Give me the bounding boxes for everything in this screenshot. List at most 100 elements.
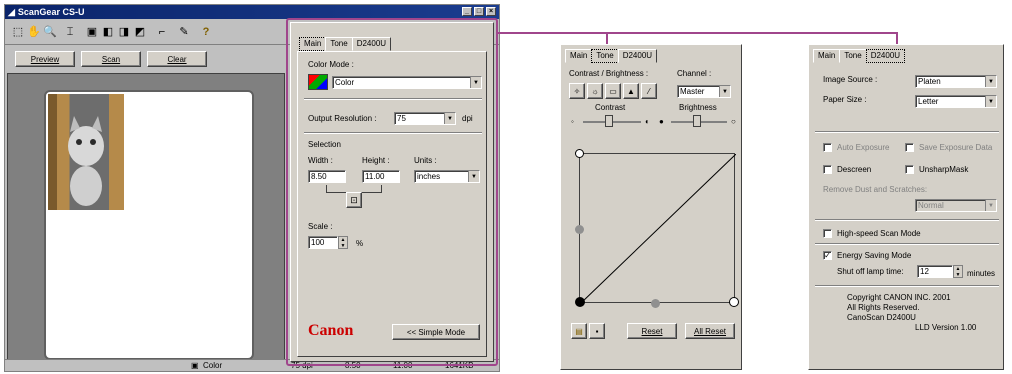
lock-aspect-button[interactable]: ⊡ bbox=[346, 192, 362, 208]
color-mode-select[interactable]: Color ▼ bbox=[332, 76, 482, 89]
unsharp-checkbox[interactable] bbox=[905, 165, 914, 174]
help-icon[interactable]: ? bbox=[199, 25, 213, 39]
fit-icon[interactable]: ⌶ bbox=[63, 25, 77, 39]
save-exposure-label: Save Exposure Data bbox=[919, 143, 993, 152]
curve-icon[interactable]: ⁄ bbox=[641, 83, 657, 99]
divider bbox=[304, 98, 482, 100]
units-select[interactable]: inches ▼ bbox=[414, 170, 480, 183]
open-folder-icon[interactable]: ▤ bbox=[571, 323, 587, 339]
chevron-down-icon: ▼ bbox=[468, 171, 479, 182]
remove-dust-select[interactable]: Normal ▼ bbox=[915, 199, 997, 212]
scale-stepper[interactable]: ▲ ▼ bbox=[338, 236, 348, 249]
scale-unit: % bbox=[356, 239, 364, 248]
tab-d2400u[interactable]: D2400U bbox=[617, 49, 658, 63]
rotate-left-icon[interactable]: ◨ bbox=[117, 25, 131, 39]
tab-main[interactable]: Main bbox=[565, 49, 593, 63]
brightness-slider-thumb[interactable] bbox=[693, 115, 701, 127]
tab-d2400u[interactable]: D2400U bbox=[865, 49, 906, 63]
image-source-select[interactable]: Platen ▼ bbox=[915, 75, 997, 88]
scan-button[interactable]: Scan bbox=[81, 51, 141, 67]
image-source-label: Image Source : bbox=[823, 75, 878, 84]
wand-icon[interactable]: ✧ bbox=[569, 83, 585, 99]
color-mode-icon bbox=[308, 74, 328, 90]
brightness-high-icon: ○ bbox=[731, 117, 736, 126]
energy-saving-checkbox[interactable]: ✓ bbox=[823, 251, 832, 260]
mirror-icon[interactable]: ◧ bbox=[101, 25, 115, 39]
paper-size-label: Paper Size : bbox=[823, 95, 867, 104]
scale-field[interactable]: 100 bbox=[308, 236, 338, 249]
tab-tone[interactable]: Tone bbox=[591, 49, 619, 63]
curve-point-mid-left[interactable] bbox=[575, 225, 584, 234]
levels-icon[interactable]: ▲ bbox=[623, 83, 639, 99]
resolution-select[interactable]: 75 ▼ bbox=[394, 112, 456, 125]
unsharp-label: UnsharpMask bbox=[919, 165, 969, 174]
channel-select[interactable]: Master ▼ bbox=[677, 85, 731, 98]
save-exposure-checkbox[interactable] bbox=[905, 143, 914, 152]
window-title: ScanGear CS-U bbox=[17, 7, 85, 17]
save-disk-icon[interactable]: ▪ bbox=[589, 323, 605, 339]
resolution-label: Output Resolution : bbox=[308, 114, 377, 123]
copyright-line2: All Rights Reserved. bbox=[847, 303, 920, 312]
shutoff-field[interactable]: 12 bbox=[917, 265, 953, 278]
histogram-icon[interactable]: ▭ bbox=[605, 83, 621, 99]
divider bbox=[304, 132, 482, 134]
chevron-down-icon: ▼ bbox=[470, 77, 481, 88]
preview-area[interactable] bbox=[7, 73, 285, 365]
contrast-low-icon: ◦ bbox=[571, 117, 574, 126]
tab-main[interactable]: Main bbox=[299, 37, 327, 51]
clear-button[interactable]: Clear bbox=[147, 51, 207, 67]
units-label: Units : bbox=[414, 156, 437, 165]
height-field[interactable]: 11.00 bbox=[362, 170, 400, 183]
curve-point-top-left[interactable] bbox=[575, 149, 584, 158]
contrast-slider-thumb[interactable] bbox=[605, 115, 613, 127]
descreen-checkbox[interactable] bbox=[823, 165, 832, 174]
main-tabs: Main Tone D2400U bbox=[299, 37, 392, 51]
tab-tone[interactable]: Tone bbox=[325, 37, 353, 51]
tab-d2400u[interactable]: D2400U bbox=[351, 37, 392, 51]
tone-auto-icon[interactable]: ☼ bbox=[587, 83, 603, 99]
maximize-button[interactable]: □ bbox=[474, 7, 484, 16]
tab-tone[interactable]: Tone bbox=[839, 49, 867, 63]
tone-curve-graph[interactable] bbox=[579, 153, 737, 305]
preview-button[interactable]: Preview bbox=[15, 51, 75, 67]
tab-main[interactable]: Main bbox=[813, 49, 841, 63]
divider bbox=[815, 219, 999, 221]
zoom-icon[interactable]: 🔍 bbox=[43, 25, 57, 39]
minimize-button[interactable]: _ bbox=[462, 7, 472, 16]
curve-point-bottom-right[interactable] bbox=[729, 297, 739, 307]
paper-size-select[interactable]: Letter ▼ bbox=[915, 95, 997, 108]
simple-mode-button[interactable]: << Simple Mode bbox=[392, 324, 480, 340]
divider bbox=[815, 243, 999, 245]
width-field[interactable]: 8.50 bbox=[308, 170, 346, 183]
status-mode: Color bbox=[203, 361, 223, 370]
auto-crop-icon[interactable]: ✎ bbox=[177, 25, 191, 39]
close-button[interactable]: × bbox=[486, 7, 496, 16]
brightness-low-icon: ● bbox=[659, 117, 664, 126]
tone-tab-panel: Main Tone D2400U Contrast / Brightness :… bbox=[560, 44, 742, 370]
status-mode-icon: ▣ bbox=[191, 361, 199, 370]
select-icon[interactable]: ⬚ bbox=[11, 25, 25, 39]
all-reset-button[interactable]: All Reset bbox=[685, 323, 735, 339]
rotate-right-icon[interactable]: ◩ bbox=[133, 25, 147, 39]
hand-icon[interactable]: ✋ bbox=[27, 25, 41, 39]
canon-logo: Canon bbox=[308, 322, 354, 339]
curve-point-bottom-mid[interactable] bbox=[651, 299, 660, 308]
high-speed-label: High-speed Scan Mode bbox=[837, 229, 921, 238]
brightness-label: Brightness bbox=[679, 103, 717, 112]
contrast-brightness-label: Contrast / Brightness : bbox=[569, 69, 649, 78]
descreen-label: Descreen bbox=[837, 165, 872, 174]
width-label: Width : bbox=[308, 156, 333, 165]
shutoff-stepper[interactable]: ▲ ▼ bbox=[953, 265, 963, 278]
crop-icon[interactable]: ⌐ bbox=[155, 25, 169, 39]
main-tab-panel: Main Tone D2400U Color Mode : Color ▼ Out… bbox=[290, 22, 494, 362]
image-icon[interactable]: ▣ bbox=[85, 25, 99, 39]
auto-exposure-checkbox[interactable] bbox=[823, 143, 832, 152]
preview-image-cat bbox=[48, 94, 124, 210]
tone-tabs: Main Tone D2400U bbox=[565, 49, 658, 63]
model-name: CanoScan D2400U bbox=[847, 313, 916, 322]
reset-button[interactable]: Reset bbox=[627, 323, 677, 339]
high-speed-checkbox[interactable] bbox=[823, 229, 832, 238]
chevron-down-icon: ▼ bbox=[444, 113, 455, 124]
curve-point-bottom-left[interactable] bbox=[575, 297, 585, 307]
preview-page[interactable] bbox=[44, 90, 254, 360]
